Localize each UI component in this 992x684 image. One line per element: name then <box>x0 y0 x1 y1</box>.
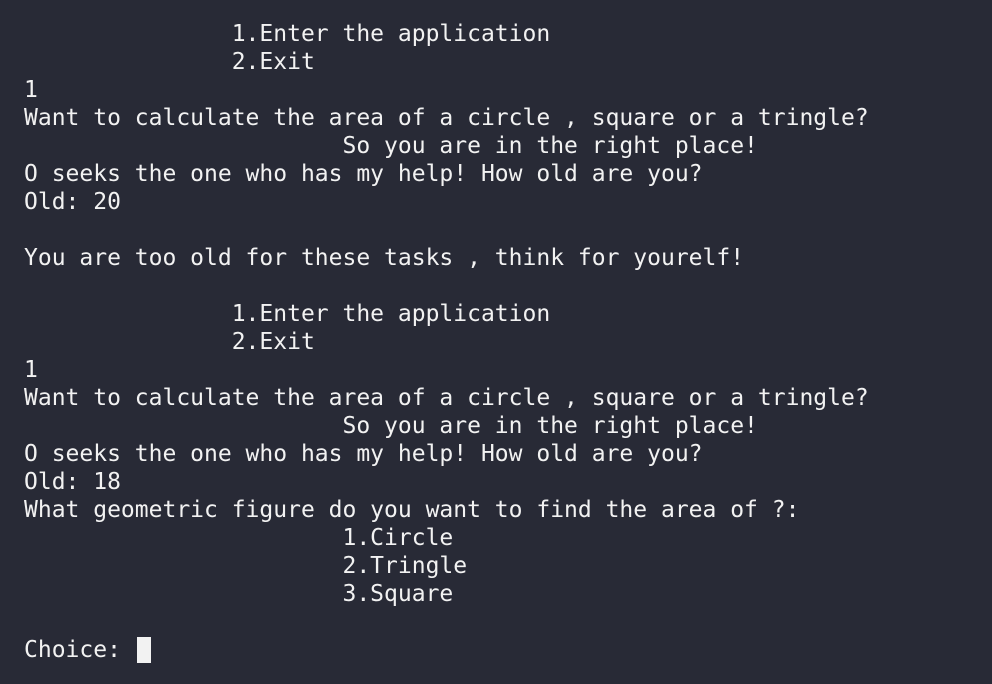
terminal-line-age-input: Old: 20 <box>24 189 121 215</box>
choice-prompt: Choice: <box>24 637 135 663</box>
terminal-line-option-tringle: 2.Tringle <box>24 553 468 579</box>
terminal-prompt-line[interactable]: Choice: <box>24 636 992 664</box>
terminal-line-question: Want to calculate the area of a circle ,… <box>24 385 869 411</box>
terminal-window[interactable]: 1.Enter the application 2.Exit 1 Want to… <box>0 0 992 684</box>
terminal-line-menu-exit: 2.Exit <box>24 49 315 75</box>
terminal-line-question: Want to calculate the area of a circle ,… <box>24 105 869 131</box>
terminal-line-input: 1 <box>24 77 38 103</box>
terminal-line-menu-enter: 1.Enter the application <box>24 21 551 47</box>
terminal-line-option-circle: 1.Circle <box>24 525 454 551</box>
terminal-line-menu-enter: 1.Enter the application <box>24 301 551 327</box>
terminal-line-right-place: So you are in the right place! <box>24 133 758 159</box>
terminal-line-input: 1 <box>24 357 38 383</box>
text-cursor[interactable] <box>136 637 151 663</box>
terminal-line-option-square: 3.Square <box>24 581 454 607</box>
terminal-line-menu-exit: 2.Exit <box>24 329 315 355</box>
terminal-line-age-input: Old: 18 <box>24 469 121 495</box>
terminal-line-age-question: O seeks the one who has my help! How old… <box>24 441 703 467</box>
terminal-line-age-question: O seeks the one who has my help! How old… <box>24 161 703 187</box>
terminal-line-too-old: You are too old for these tasks , think … <box>24 245 745 271</box>
terminal-line-right-place: So you are in the right place! <box>24 413 758 439</box>
terminal-line-figure-question: What geometric figure do you want to fin… <box>24 497 800 523</box>
